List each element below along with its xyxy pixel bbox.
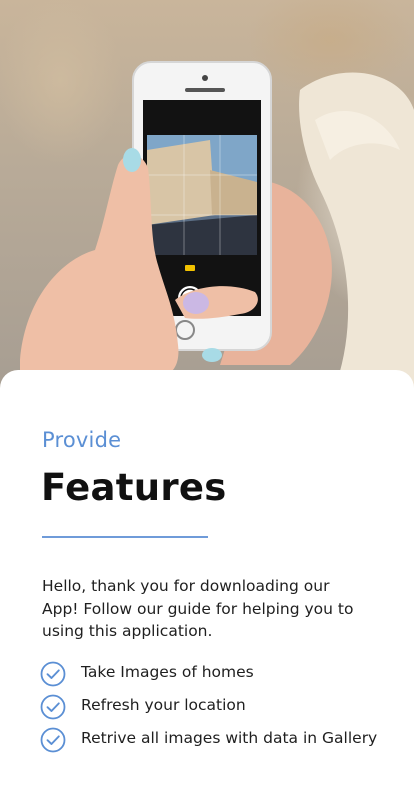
feature-label: Retrive all images with data in Gallery	[81, 729, 378, 747]
onboarding-subtitle: Provide	[42, 428, 122, 452]
feature-label: Refresh your location	[81, 696, 246, 714]
feature-item-refresh-location: Refresh your location	[40, 693, 380, 720]
check-circle-icon	[40, 694, 66, 720]
feature-label: Take Images of homes	[81, 663, 254, 681]
onboarding-title: Features	[41, 466, 227, 509]
phone-photo-illustration	[20, 61, 414, 400]
check-circle-icon	[40, 727, 66, 753]
title-divider	[42, 536, 208, 538]
hero-image	[0, 0, 414, 400]
feature-item-take-images: Take Images of homes	[40, 660, 380, 687]
feature-list: Take Images of homes Refresh your locati…	[40, 660, 380, 759]
feature-item-gallery: Retrive all images with data in Gallery	[40, 726, 380, 753]
onboarding-description: Hello, thank you for downloading our App…	[42, 577, 354, 640]
check-circle-icon	[40, 661, 66, 687]
